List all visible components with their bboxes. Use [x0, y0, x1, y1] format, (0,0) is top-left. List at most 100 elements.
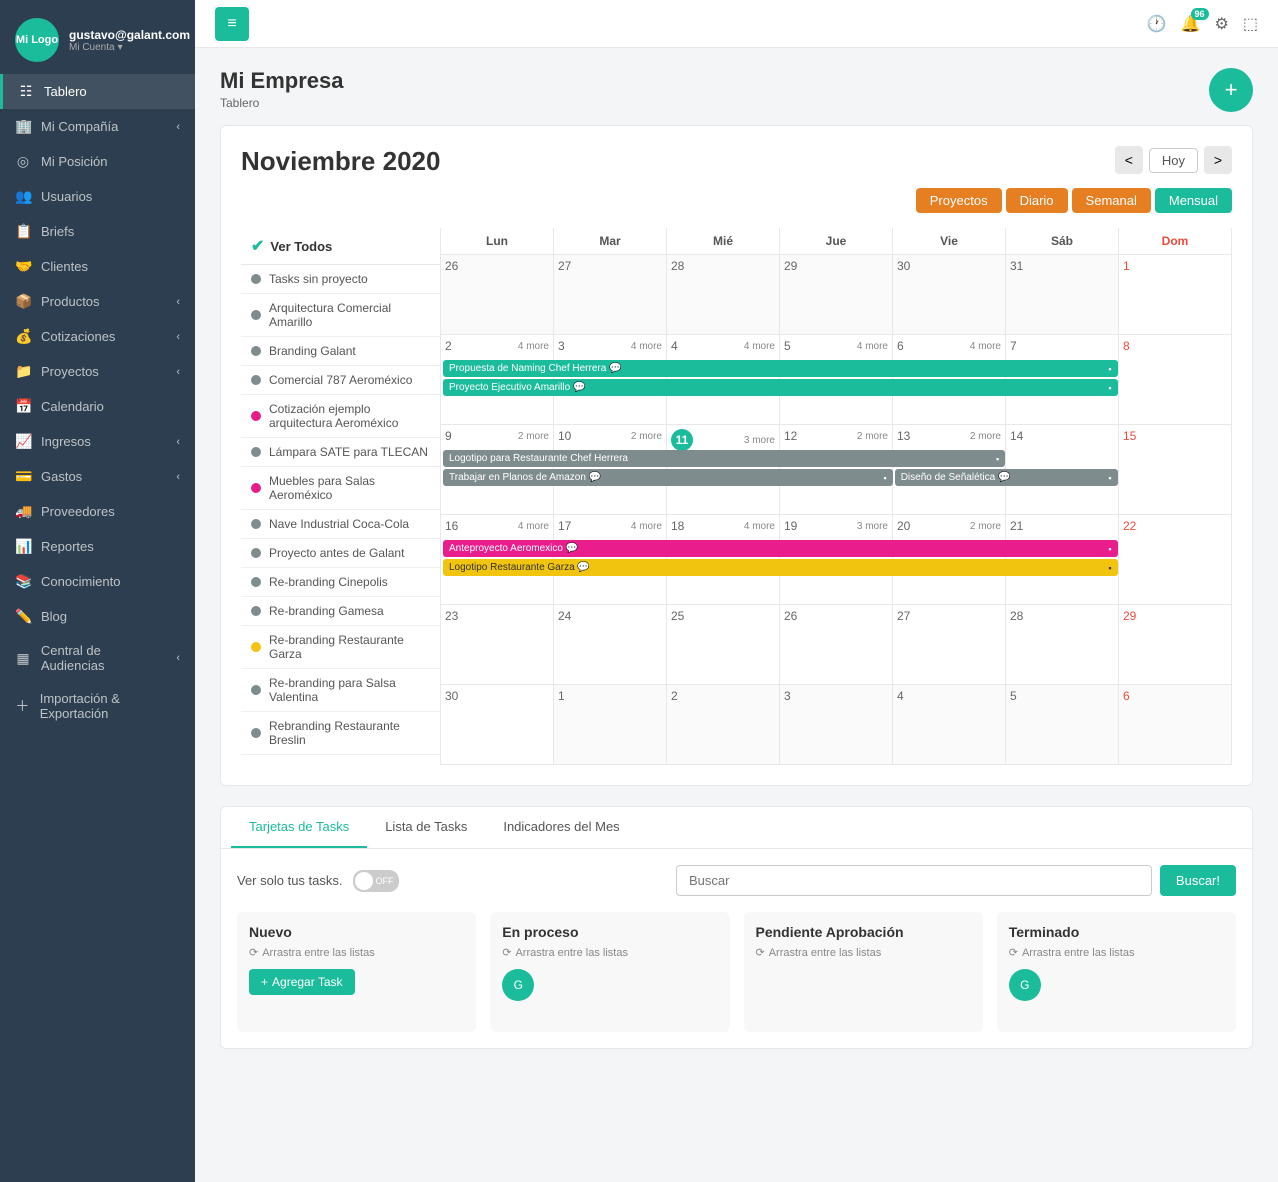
sidebar-item-tablero[interactable]: ☷ Tablero	[0, 74, 195, 109]
importacion-icon: ＋	[15, 696, 30, 716]
user-account[interactable]: Mi Cuenta ▾	[69, 42, 190, 53]
sidebar-item-central-audiencias[interactable]: ▦ Central de Audiencias ‹	[0, 634, 195, 682]
cal-cell[interactable]: 2	[667, 685, 780, 765]
cal-cell[interactable]: 4	[893, 685, 1006, 765]
tab-bar: Tarjetas de Tasks Lista de Tasks Indicad…	[221, 807, 1252, 849]
view-mensual-button[interactable]: Mensual	[1155, 188, 1232, 213]
project-item[interactable]: Arquitectura Comercial Amarillo	[241, 294, 440, 337]
proyectos-icon: 📁	[15, 363, 31, 380]
project-item[interactable]: Rebranding Restaurante Breslin	[241, 712, 440, 755]
cal-cell[interactable]: 30	[441, 685, 554, 765]
logout-icon[interactable]: ⬚	[1243, 14, 1258, 34]
cal-cell[interactable]: 23	[441, 605, 554, 685]
event-proyecto-ejecutivo[interactable]: Proyecto Ejecutivo Amarillo 💬▪	[443, 379, 1118, 396]
cal-cell[interactable]: 8	[1119, 335, 1232, 425]
cal-cell[interactable]: 26	[780, 605, 893, 685]
cal-next-button[interactable]: >	[1204, 146, 1232, 174]
col-sub: ⟳ Arrastra entre las listas	[756, 946, 971, 959]
event-propuesta-naming[interactable]: Propuesta de Naming Chef Herrera 💬▪	[443, 360, 1118, 377]
event-logotipo-garza[interactable]: Logotipo Restaurante Garza 💬▪	[443, 559, 1118, 576]
sidebar-item-productos[interactable]: 📦 Productos ‹	[0, 284, 195, 319]
kanban-col-pendiente: Pendiente Aprobación ⟳ Arrastra entre la…	[744, 912, 983, 1032]
cal-cell[interactable]: 28	[667, 255, 780, 335]
sidebar-item-label: Mi Posición	[41, 154, 107, 169]
proj-dot	[251, 685, 261, 695]
cal-cell[interactable]: 29	[1119, 605, 1232, 685]
sidebar-item-briefs[interactable]: 📋 Briefs	[0, 214, 195, 249]
view-diario-button[interactable]: Diario	[1006, 188, 1068, 213]
tab-tarjetas[interactable]: Tarjetas de Tasks	[231, 807, 367, 848]
view-semanal-button[interactable]: Semanal	[1072, 188, 1151, 213]
tab-lista[interactable]: Lista de Tasks	[367, 807, 485, 848]
event-logotipo-chef[interactable]: Logotipo para Restaurante Chef Herrera▪	[443, 450, 1005, 467]
cal-cell[interactable]: 31	[1006, 255, 1119, 335]
sidebar-item-gastos[interactable]: 💳 Gastos ‹	[0, 459, 195, 494]
project-item[interactable]: Muebles para Salas Aeroméxico	[241, 467, 440, 510]
project-item[interactable]: Branding Galant	[241, 337, 440, 366]
project-item[interactable]: Cotización ejemplo arquitectura Aeroméxi…	[241, 395, 440, 438]
toggle-switch[interactable]: OFF	[353, 870, 399, 892]
sidebar-item-label: Gastos	[41, 469, 82, 484]
sidebar-item-blog[interactable]: ✏️ Blog	[0, 599, 195, 634]
cal-today-button[interactable]: Hoy	[1149, 148, 1198, 173]
sidebar-item-importacion[interactable]: ＋ Importación & Exportación	[0, 682, 195, 730]
clock-icon[interactable]: 🕐	[1147, 14, 1167, 34]
sidebar-item-calendario[interactable]: 📅 Calendario	[0, 389, 195, 424]
fab-button[interactable]: +	[1209, 68, 1253, 112]
week-cells-1: 26 27 28 29 30 31 1	[441, 255, 1232, 335]
cal-cell[interactable]: 30	[893, 255, 1006, 335]
project-item[interactable]: Lámpara SATE para TLECAN	[241, 438, 440, 467]
settings-icon[interactable]: ⚙	[1215, 14, 1229, 34]
event-diseno-senaletica[interactable]: Diseño de Señalética 💬▪	[895, 469, 1118, 486]
sidebar-item-cotizaciones[interactable]: 💰 Cotizaciones ‹	[0, 319, 195, 354]
tab-indicadores[interactable]: Indicadores del Mes	[485, 807, 637, 848]
cal-cell[interactable]: 25	[667, 605, 780, 685]
cal-cell[interactable]: 15	[1119, 425, 1232, 515]
search-button[interactable]: Buscar!	[1160, 865, 1236, 896]
project-name: Proyecto antes de Galant	[269, 546, 404, 560]
sidebar-item-usuarios[interactable]: 👥 Usuarios	[0, 179, 195, 214]
sidebar-item-clientes[interactable]: 🤝 Clientes	[0, 249, 195, 284]
project-item[interactable]: Tasks sin proyecto	[241, 265, 440, 294]
bell-icon[interactable]: 🔔 96	[1181, 14, 1201, 34]
cal-cell[interactable]: 1	[1119, 255, 1232, 335]
proj-dot	[251, 519, 261, 529]
compania-icon: 🏢	[15, 118, 31, 135]
project-item[interactable]: Re-branding Restaurante Garza	[241, 626, 440, 669]
ingresos-icon: 📈	[15, 433, 31, 450]
cal-cell[interactable]: 26	[441, 255, 554, 335]
cal-cell[interactable]: 28	[1006, 605, 1119, 685]
view-proyectos-button[interactable]: Proyectos	[916, 188, 1002, 213]
conocimiento-icon: 📚	[15, 573, 31, 590]
cal-cell[interactable]: 29	[780, 255, 893, 335]
sidebar-item-mi-compania[interactable]: 🏢 Mi Compañía ‹	[0, 109, 195, 144]
sidebar-item-proyectos[interactable]: 📁 Proyectos ‹	[0, 354, 195, 389]
add-task-button[interactable]: + Agregar Task	[249, 969, 355, 995]
project-item[interactable]: Proyecto antes de Galant	[241, 539, 440, 568]
project-item[interactable]: Re-branding Cinepolis	[241, 568, 440, 597]
sidebar-item-reportes[interactable]: 📊 Reportes	[0, 529, 195, 564]
search-input[interactable]	[676, 865, 1152, 896]
cal-cell[interactable]: 1	[554, 685, 667, 765]
sidebar-item-conocimiento[interactable]: 📚 Conocimiento	[0, 564, 195, 599]
cal-cell[interactable]: 27	[554, 255, 667, 335]
sidebar-item-ingresos[interactable]: 📈 Ingresos ‹	[0, 424, 195, 459]
sidebar-item-proveedores[interactable]: 🚚 Proveedores	[0, 494, 195, 529]
event-planos-amazon[interactable]: Trabajar en Planos de Amazon 💬▪	[443, 469, 893, 486]
project-item[interactable]: Re-branding para Salsa Valentina	[241, 669, 440, 712]
project-item[interactable]: Nave Industrial Coca-Cola	[241, 510, 440, 539]
cal-cell[interactable]: 24	[554, 605, 667, 685]
cal-prev-button[interactable]: <	[1115, 146, 1143, 174]
project-name: Tasks sin proyecto	[269, 272, 368, 286]
event-anteproyecto[interactable]: Anteproyecto Aeromexico 💬▪	[443, 540, 1118, 557]
project-item[interactable]: Re-branding Gamesa	[241, 597, 440, 626]
cal-cell[interactable]: 27	[893, 605, 1006, 685]
sidebar-item-mi-posicion[interactable]: ◎ Mi Posición	[0, 144, 195, 179]
cal-cell[interactable]: 3	[780, 685, 893, 765]
cal-cell[interactable]: 6	[1119, 685, 1232, 765]
cal-cell[interactable]: 22	[1119, 515, 1232, 605]
hamburger-button[interactable]: ≡	[215, 7, 249, 41]
cal-cell[interactable]: 5	[1006, 685, 1119, 765]
project-item[interactable]: Comercial 787 Aeroméxico	[241, 366, 440, 395]
week-row-2: 24 more 34 more 44 more 54 more	[441, 335, 1232, 425]
